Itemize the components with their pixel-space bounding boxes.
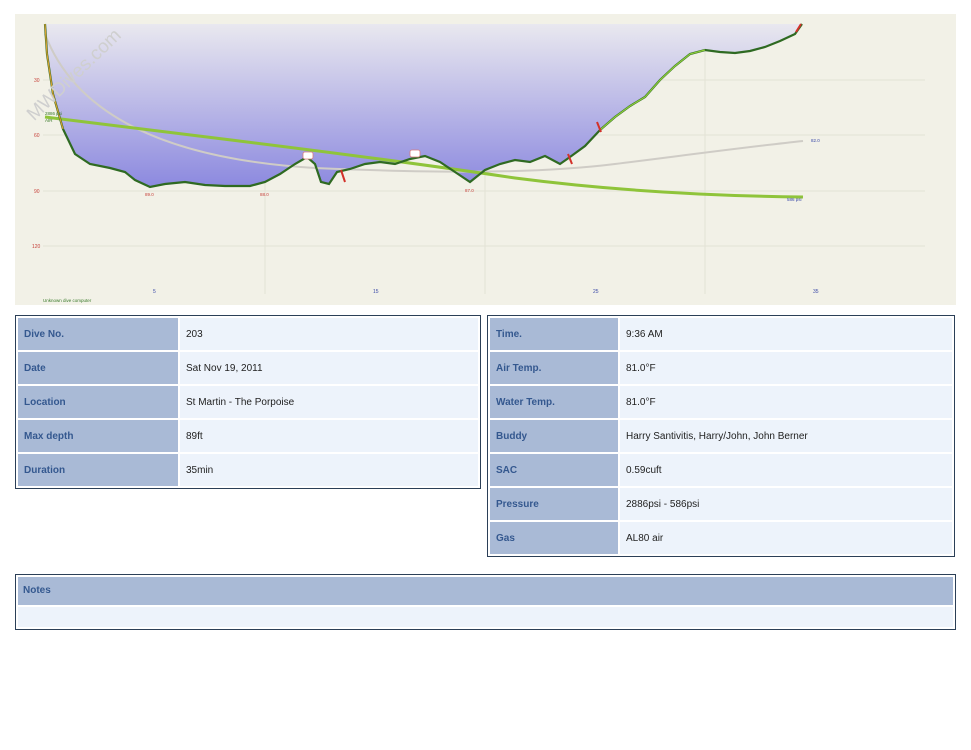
- notes-body: [18, 607, 953, 627]
- table-row: Time. 9:36 AM: [490, 318, 952, 350]
- dive-info-table: Dive No. 203 Date Sat Nov 19, 2011 Locat…: [15, 315, 481, 489]
- end-pressure-label: 586 psi: [787, 197, 802, 202]
- table-row: Dive No. 203: [18, 318, 478, 350]
- x-tick: 5: [153, 289, 156, 295]
- table-row: SAC 0.59cuft: [490, 454, 952, 486]
- air-temp-value: 81.0°F: [620, 352, 952, 384]
- sac-label: SAC: [490, 454, 618, 486]
- max-depth-label: Max depth: [18, 420, 178, 452]
- dive-computer-label: Unknown dive computer: [43, 298, 92, 303]
- dive-conditions-table: Time. 9:36 AM Air Temp. 81.0°F Water Tem…: [487, 315, 955, 557]
- table-row: Duration 35min: [18, 454, 478, 486]
- table-row: Max depth 89ft: [18, 420, 478, 452]
- location-label: Location: [18, 386, 178, 418]
- pressure-value: 2886psi - 586psi: [620, 488, 952, 520]
- gas-label: AIR: [45, 118, 53, 123]
- gas-value: AL80 air: [620, 522, 952, 554]
- duration-value: 35min: [180, 454, 478, 486]
- notes-section: Notes: [15, 574, 956, 630]
- time-value: 9:36 AM: [620, 318, 952, 350]
- gas-label: Gas: [490, 522, 618, 554]
- depth-area: [45, 24, 802, 187]
- y-tick: 30: [34, 78, 40, 84]
- table-row: Water Temp. 81.0°F: [490, 386, 952, 418]
- date-label: Date: [18, 352, 178, 384]
- y-tick: 120: [32, 244, 41, 250]
- time-label: Time.: [490, 318, 618, 350]
- dive-number-value: 203: [180, 318, 478, 350]
- dive-number-label: Dive No.: [18, 318, 178, 350]
- y-tick: 60: [34, 133, 40, 139]
- x-tick: 25: [593, 289, 599, 295]
- table-row: Date Sat Nov 19, 2011: [18, 352, 478, 384]
- notes-header: Notes: [18, 577, 953, 605]
- sac-value: 0.59cuft: [620, 454, 952, 486]
- buddy-value: Harry Santivitis, Harry/John, John Berne…: [620, 420, 952, 452]
- pressure-label: Pressure: [490, 488, 618, 520]
- water-temp-value: 81.0°F: [620, 386, 952, 418]
- x-tick: 35: [813, 289, 819, 295]
- buddy-label: Buddy: [490, 420, 618, 452]
- dive-profile-graphic: 30 60 90 120 5 15 25 35 89.0 88.0 87.0 2…: [32, 23, 925, 303]
- event-marker: [409, 149, 421, 158]
- temperature-label: 82.0: [811, 138, 820, 143]
- dive-profile-chart: 30 60 90 120 5 15 25 35 89.0 88.0 87.0 2…: [15, 14, 956, 305]
- table-row: Pressure 2886psi - 586psi: [490, 488, 952, 520]
- date-value: Sat Nov 19, 2011: [180, 352, 478, 384]
- max-depth-marker: 89.0: [145, 192, 154, 197]
- table-row: Location St Martin - The Porpoise: [18, 386, 478, 418]
- table-row: Air Temp. 81.0°F: [490, 352, 952, 384]
- max-depth-value: 89ft: [180, 420, 478, 452]
- table-row: Gas AL80 air: [490, 522, 952, 554]
- max-depth-marker: 88.0: [260, 192, 269, 197]
- water-temp-label: Water Temp.: [490, 386, 618, 418]
- event-marker: [302, 151, 314, 160]
- duration-label: Duration: [18, 454, 178, 486]
- x-tick: 15: [373, 289, 379, 295]
- table-row: Buddy Harry Santivitis, Harry/John, John…: [490, 420, 952, 452]
- location-value: St Martin - The Porpoise: [180, 386, 478, 418]
- y-tick: 90: [34, 189, 40, 195]
- air-temp-label: Air Temp.: [490, 352, 618, 384]
- max-depth-marker: 87.0: [465, 188, 474, 193]
